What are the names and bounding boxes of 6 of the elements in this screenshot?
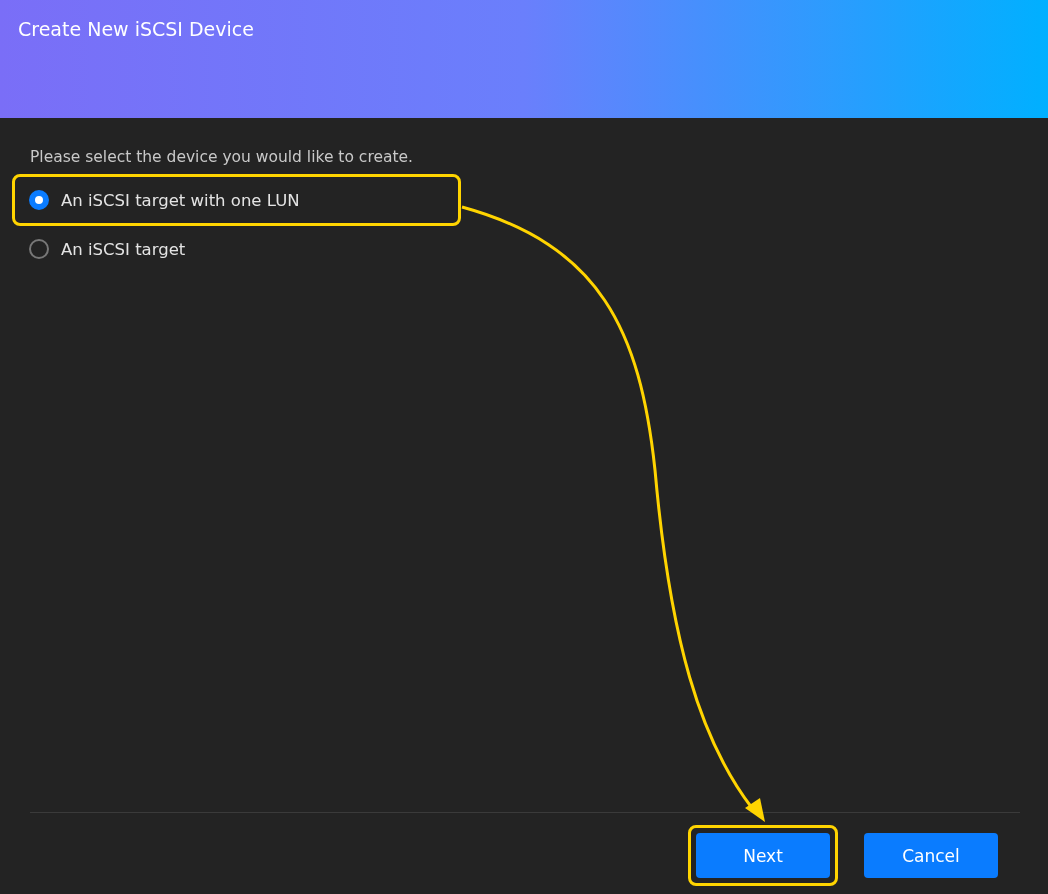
radio-option[interactable]: An iSCSI target (12, 226, 461, 272)
cancel-button[interactable]: Cancel (864, 833, 998, 878)
window-title: Create New iSCSI Device (18, 18, 254, 40)
prompt-text: Please select the device you would like to create. (30, 148, 414, 166)
radio-option[interactable]: An iSCSI target with one LUN (12, 174, 461, 226)
next-button[interactable]: Next (696, 833, 830, 878)
